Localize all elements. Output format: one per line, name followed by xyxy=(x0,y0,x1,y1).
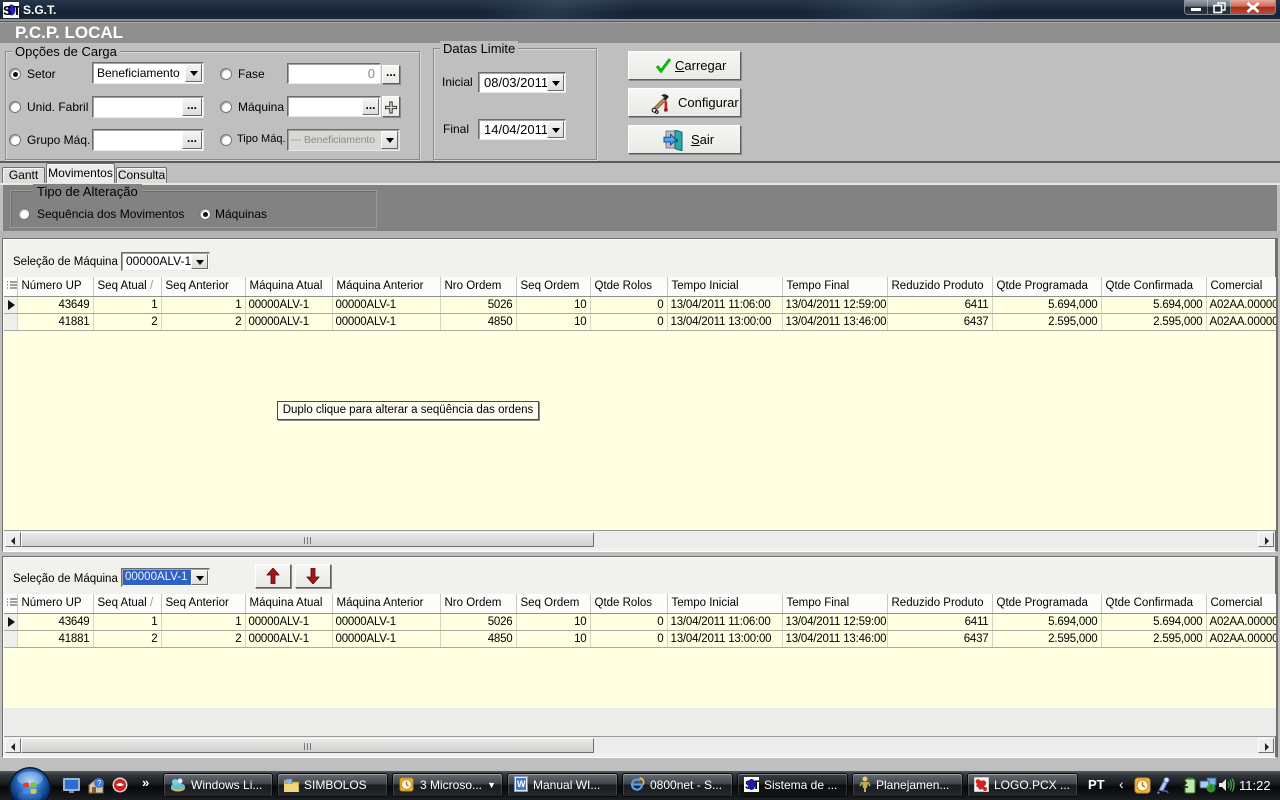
svg-text:W: W xyxy=(517,779,526,789)
svg-text:?: ? xyxy=(97,779,102,788)
svg-text:T: T xyxy=(13,3,19,18)
svg-text:S: S xyxy=(3,3,12,18)
